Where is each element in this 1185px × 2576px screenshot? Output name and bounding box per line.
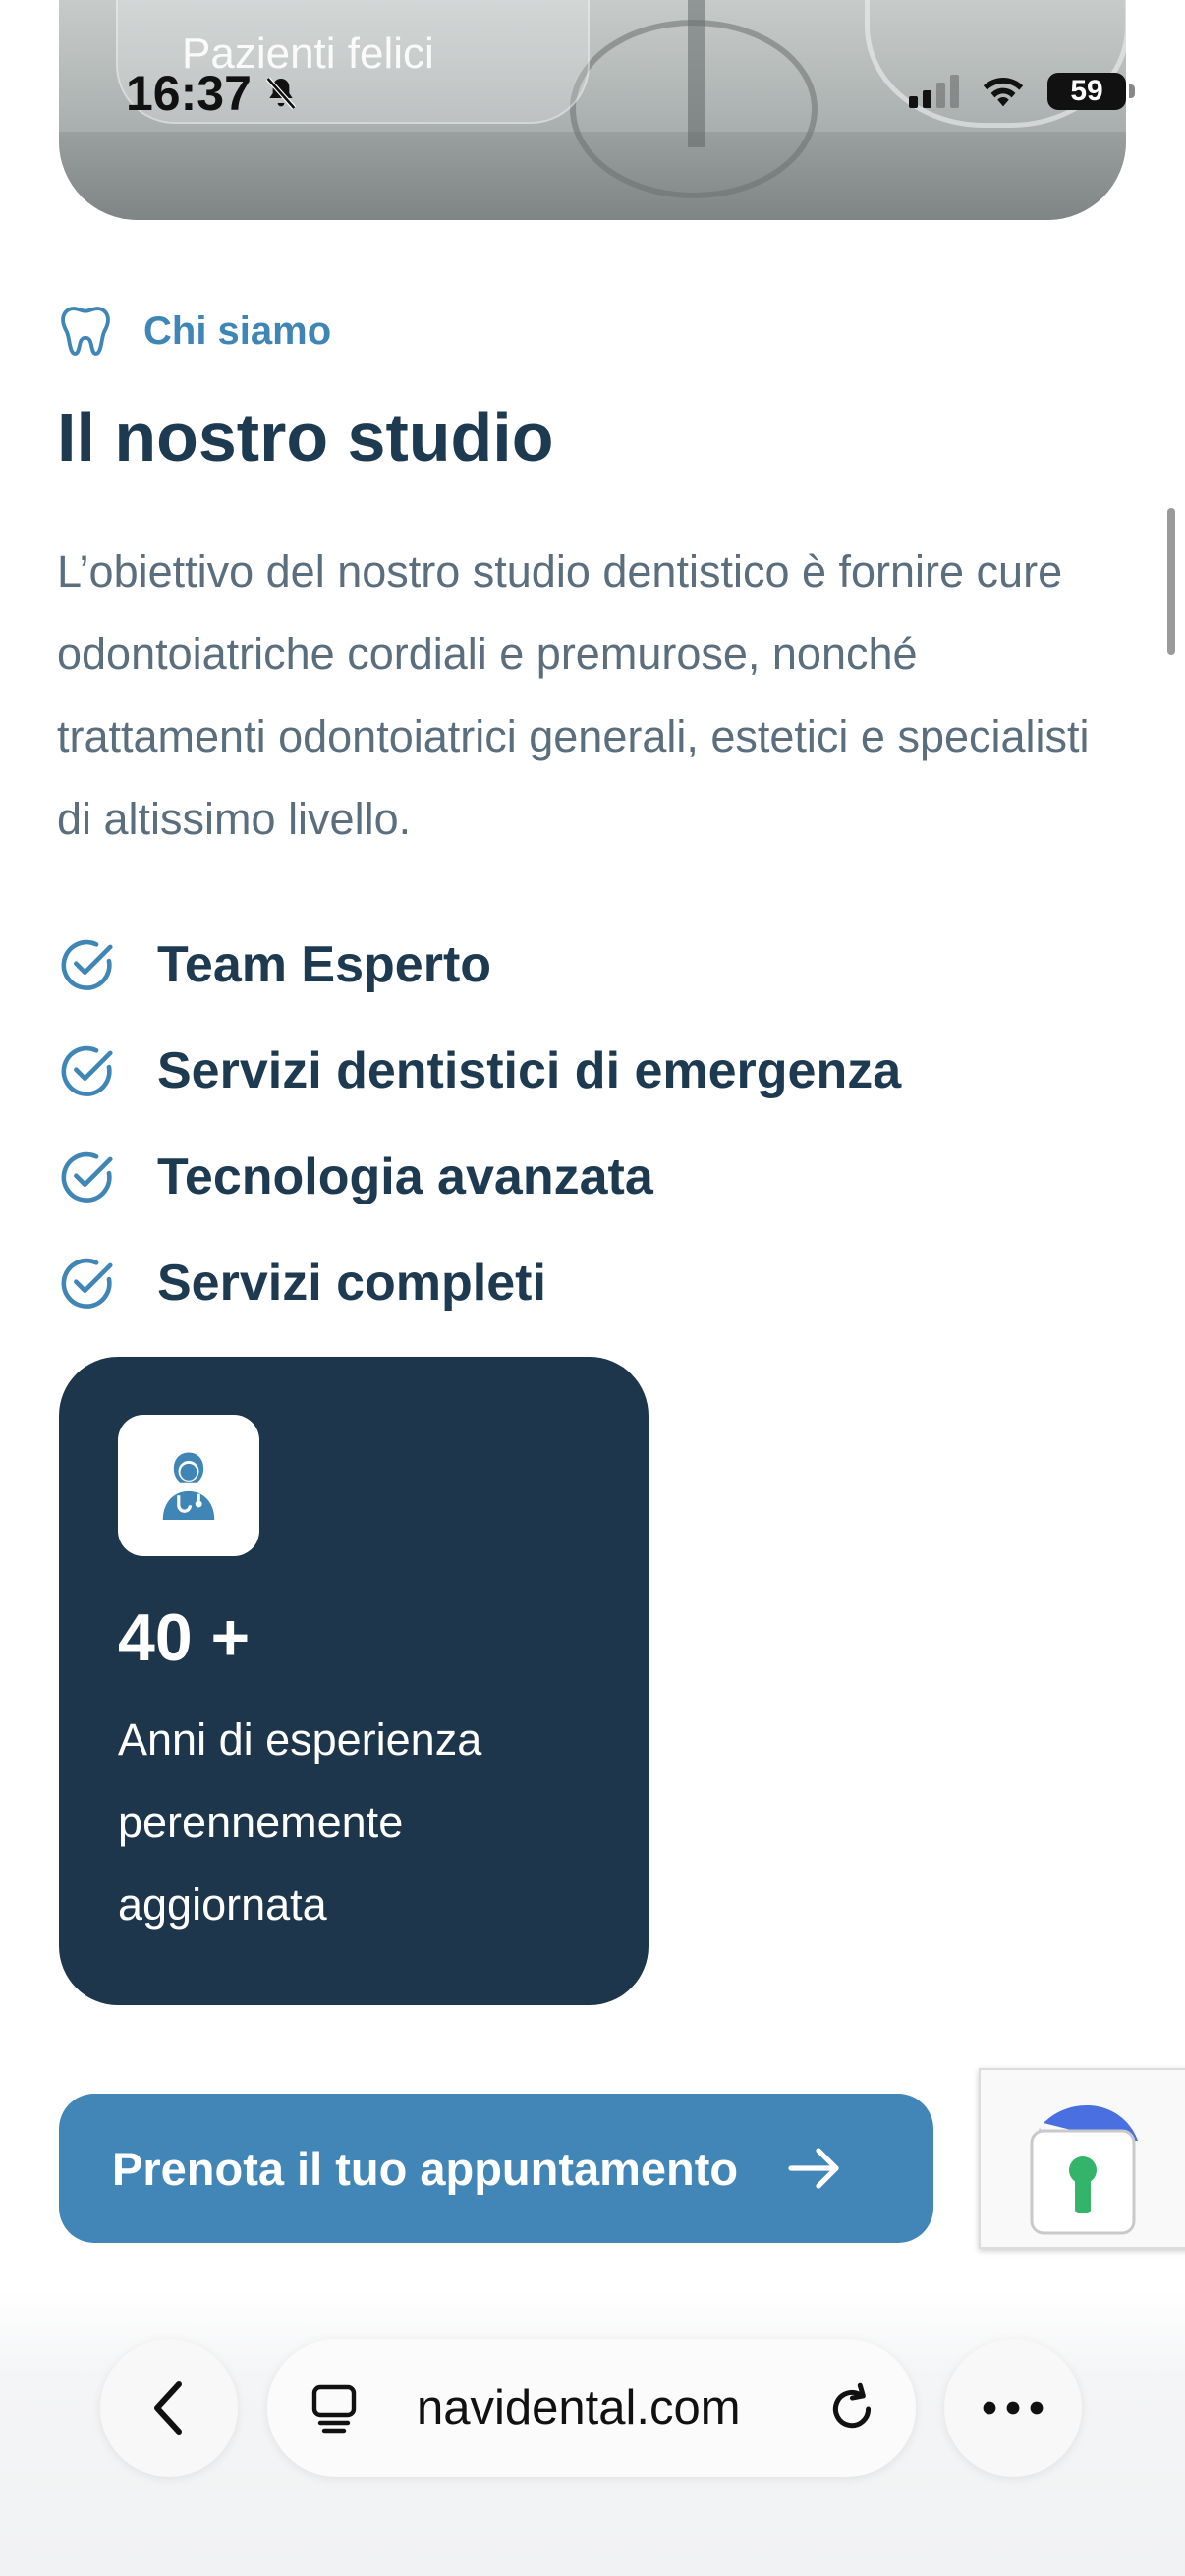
recaptcha-badge[interactable] [979,2068,1185,2249]
tooth-icon [61,307,110,356]
feature-item: Servizi completi [57,1230,901,1336]
hero-chair-base [570,20,818,198]
reload-icon[interactable] [825,2380,878,2436]
doctor-icon [162,1452,215,1520]
feature-item: Servizi dentistici di emergenza [57,1018,901,1124]
battery-icon: 59 [1047,73,1135,110]
feature-label: Servizi dentistici di emergenza [157,1042,902,1099]
check-circle-icon [61,1045,113,1096]
feature-label: Team Esperto [157,936,492,993]
feature-label: Tecnologia avanzata [157,1148,653,1205]
arrow-right-icon [787,2147,842,2190]
bell-slash-icon [265,77,297,110]
check-circle-icon [61,1151,113,1203]
status-time-text: 16:37 [126,66,252,121]
feature-list: Team Esperto Servizi dentistici di emerg… [57,912,901,1336]
feature-label: Servizi completi [157,1255,546,1312]
tabs-icon [311,2384,357,2434]
wifi-icon [983,78,1024,107]
status-bar-indicators: 59 [909,73,1135,110]
check-circle-icon [61,1258,113,1309]
section-tag-label: Chi siamo [143,308,332,353]
recaptcha-icon [1030,2105,1138,2235]
page-scrollbar[interactable] [1167,508,1175,655]
book-appointment-label: Prenota il tuo appuntamento [112,2142,739,2195]
stat-value: 40 + [118,1600,251,1675]
signal-icon [909,75,959,108]
more-icon [983,2401,1044,2415]
book-appointment-button[interactable]: Prenota il tuo appuntamento [59,2094,933,2243]
stat-icon-box [118,1415,259,1556]
status-bar-time: 16:37 [126,65,301,122]
battery-level: 59 [1070,75,1103,107]
stat-description: Anni di esperienza perennemente aggiorna… [118,1714,482,1930]
experience-stat-card: 40 + Anni di esperienza perennemente agg… [59,1357,649,2005]
feature-item: Tecnologia avanzata [57,1124,901,1230]
check-circle-icon [61,939,113,990]
address-bar[interactable]: navidental.com [267,2339,916,2477]
page-title: Il nostro studio [57,399,554,476]
section-tag: Chi siamo [57,303,331,360]
chevron-left-icon [154,2381,182,2435]
back-button[interactable] [100,2339,238,2477]
feature-item: Team Esperto [57,912,901,1018]
url-text: navidental.com [417,2381,741,2435]
intro-paragraph: L’obiettivo del nostro studio dentistico… [57,546,1090,844]
more-button[interactable] [944,2339,1082,2477]
